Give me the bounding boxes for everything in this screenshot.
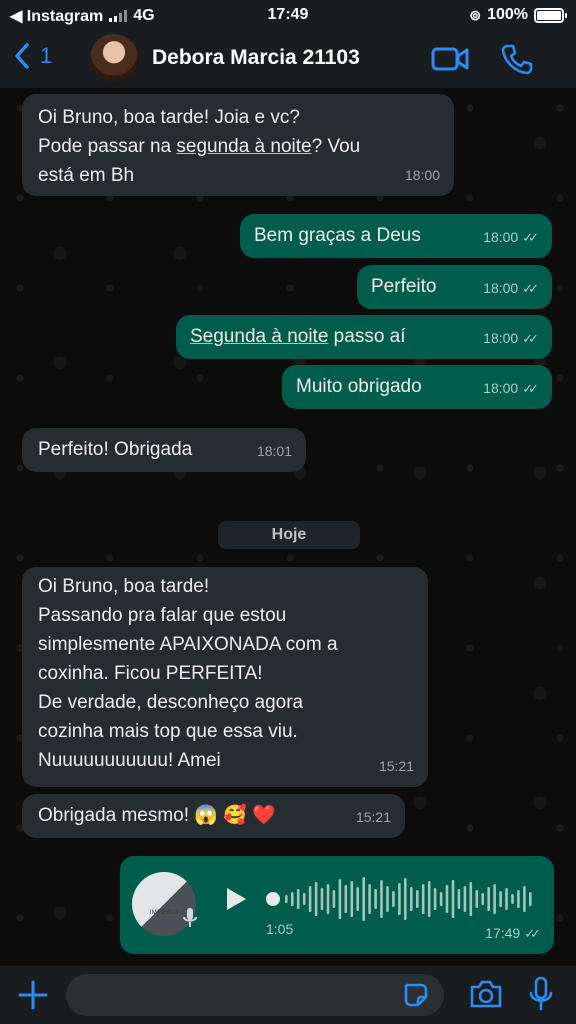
- waveform-bar: [285, 895, 288, 903]
- chat-area[interactable]: Oi Bruno, boa tarde! Joia e vc? Pode pas…: [0, 88, 576, 966]
- waveform-bar: [475, 890, 479, 908]
- input-bar: [0, 966, 576, 1024]
- playback-scrubber[interactable]: [266, 892, 280, 906]
- phone-icon[interactable]: [500, 42, 534, 76]
- double-check-icon: ✓✓: [522, 281, 539, 296]
- contact-name[interactable]: Debora Marcia 21103: [152, 46, 360, 70]
- waveform-bar: [457, 889, 461, 909]
- message-time: 18:00: [483, 330, 519, 346]
- message-outgoing[interactable]: Perfeito 18:00 ✓✓: [357, 265, 552, 309]
- waveform-bar: [386, 886, 389, 912]
- waveform-bar: [523, 886, 526, 912]
- waveform-bar: [427, 881, 431, 917]
- message-incoming[interactable]: Perfeito! Obrigada 18:01: [22, 428, 306, 472]
- message-outgoing[interactable]: Bem graças a Deus 18:00 ✓✓: [240, 214, 552, 258]
- mic-icon: [183, 908, 197, 927]
- battery-fill: [537, 10, 561, 20]
- waveform-bar: [511, 894, 514, 904]
- waveform-bar: [350, 881, 354, 917]
- message-time: 15:21: [378, 758, 414, 774]
- waveform-bar: [344, 885, 348, 913]
- waveform-bar: [439, 892, 443, 906]
- waveform-bar: [332, 890, 336, 908]
- waveform-bar: [302, 893, 306, 905]
- waveform-bar: [314, 882, 318, 916]
- camera-icon[interactable]: [468, 978, 504, 1010]
- message-time: 17:49: [485, 925, 521, 941]
- waveform-bar: [404, 878, 407, 920]
- message-time: 18:00: [404, 167, 440, 183]
- video-call-icon[interactable]: [430, 42, 470, 76]
- waveform-bar: [392, 891, 395, 907]
- battery-percent: 100%: [487, 6, 528, 23]
- waveform-bar: [451, 880, 455, 918]
- message-incoming[interactable]: Oi Bruno, boa tarde! Joia e vc? Pode pas…: [22, 94, 454, 196]
- waveform-bar: [338, 879, 342, 919]
- voice-message[interactable]: IMPÉRIO DESIGN 1:05 17:49✓✓: [120, 856, 554, 954]
- waveform-bar: [505, 888, 508, 910]
- waveform-bar: [481, 893, 484, 905]
- waveform-bar: [463, 886, 467, 912]
- waveform-bar: [356, 887, 359, 911]
- waveform-bar: [320, 888, 324, 910]
- waveform-bar: [296, 889, 300, 909]
- date-link[interactable]: segunda à noite: [176, 136, 311, 157]
- double-check-icon: ✓✓: [522, 331, 539, 346]
- message-text: Perfeito! Obrigada: [38, 439, 193, 460]
- message-incoming[interactable]: Obrigada mesmo! 😱 🥰 ❤️ 15:21: [22, 794, 405, 838]
- double-check-icon: ✓✓: [522, 381, 539, 396]
- message-time: 18:00: [483, 380, 519, 396]
- day-separator: Hoje: [218, 521, 360, 549]
- waveform-bar: [416, 890, 419, 908]
- unread-count: 1: [40, 43, 53, 68]
- date-link[interactable]: Segunda à noite: [190, 326, 328, 347]
- message-input[interactable]: [66, 974, 444, 1016]
- waveform-bar: [326, 884, 330, 914]
- waveform-bar: [499, 891, 502, 907]
- battery-icon: [534, 7, 567, 23]
- waveform-bar: [487, 887, 490, 911]
- waveform-bar: [433, 888, 437, 910]
- waveform-bar: [362, 877, 365, 921]
- chat-header: 1 Debora Marcia 21103: [0, 30, 576, 88]
- mic-icon[interactable]: [528, 976, 554, 1012]
- audio-duration: 1:05: [266, 921, 294, 937]
- double-check-icon: ✓✓: [524, 926, 541, 941]
- waveform-bar: [410, 887, 413, 911]
- play-icon[interactable]: [224, 886, 248, 912]
- waveform-bar: [469, 882, 473, 916]
- orientation-lock-icon: ⊚: [469, 6, 482, 23]
- waveform-bar: [308, 886, 312, 912]
- sticker-icon[interactable]: [402, 981, 430, 1009]
- message-outgoing[interactable]: Muito obrigado 18:00 ✓✓: [282, 365, 552, 409]
- message-text: passo aí: [328, 326, 406, 347]
- message-text: Obrigada mesmo! 😱 🥰 ❤️: [38, 805, 276, 826]
- waveform-bar: [374, 889, 377, 909]
- message-time: 18:00: [483, 229, 519, 245]
- back-button[interactable]: 1: [14, 42, 52, 70]
- message-incoming[interactable]: Oi Bruno, boa tarde! Passando pra falar …: [22, 567, 428, 787]
- waveform-bar: [445, 885, 449, 913]
- plus-icon[interactable]: [16, 978, 50, 1012]
- waveform-bar: [368, 884, 371, 914]
- double-check-icon: ✓✓: [522, 230, 539, 245]
- waveform-bar: [291, 892, 294, 906]
- waveform: [285, 877, 532, 921]
- waveform-bar: [493, 884, 496, 914]
- message-time: 18:01: [256, 443, 292, 459]
- message-time: 18:00: [483, 280, 519, 296]
- avatar[interactable]: [90, 34, 138, 82]
- waveform-bar: [380, 880, 383, 918]
- waveform-bar: [398, 883, 401, 915]
- chevron-left-icon: [15, 43, 29, 69]
- waveform-bar: [517, 890, 520, 908]
- waveform-bar: [529, 892, 532, 906]
- message-text: Oi Bruno, boa tarde! Passando pra falar …: [38, 576, 338, 771]
- waveform-bar: [421, 884, 425, 914]
- message-time: 15:21: [355, 809, 391, 825]
- message-outgoing[interactable]: Segunda à noite passo aí 18:00 ✓✓: [176, 315, 552, 359]
- status-bar: ◀ Instagram 4G 17:49 ⊚ 100%: [0, 0, 576, 30]
